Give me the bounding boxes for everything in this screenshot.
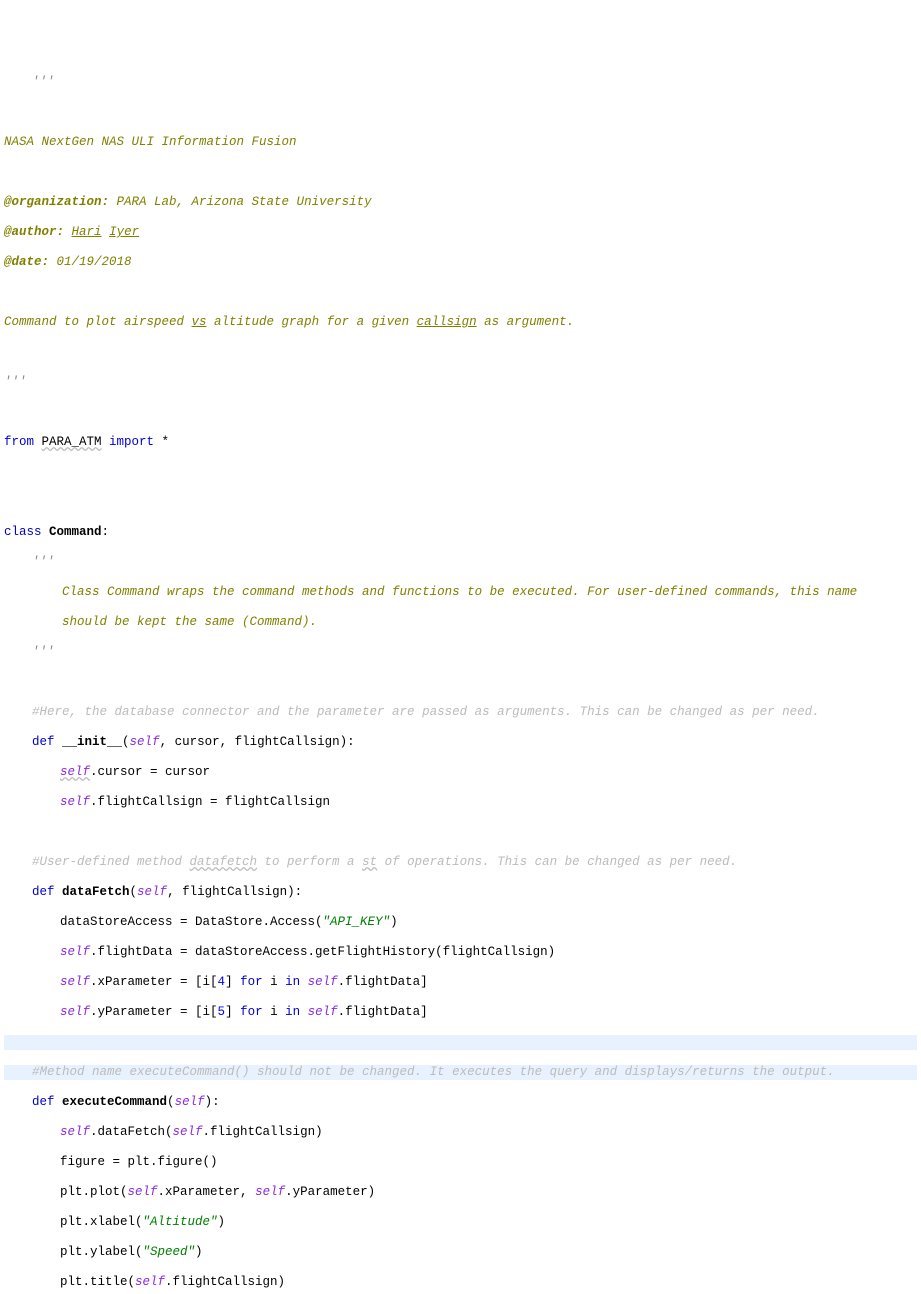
init-body-1: self.cursor = cursor	[4, 765, 917, 780]
code-editor[interactable]: ''' NASA NextGen NAS ULI Information Fus…	[0, 60, 921, 1294]
exe-l1: self.dataFetch(self.flightCallsign)	[4, 1125, 917, 1140]
fetch-comment: #User-defined method datafetch to perfor…	[4, 855, 917, 870]
date-line: @date: 01/19/2018	[4, 255, 917, 270]
import-line: from PARA_ATM import *	[4, 435, 917, 450]
fetch-l2: self.flightData = dataStoreAccess.getFli…	[4, 945, 917, 960]
init-body-2: self.flightCallsign = flightCallsign	[4, 795, 917, 810]
blank-line-highlighted	[4, 1035, 917, 1050]
blank-line	[4, 675, 917, 690]
class-doc-l1: Class Command wraps the command methods …	[4, 585, 917, 600]
docstring-close: '''	[4, 375, 917, 390]
fetch-l4: self.yParameter = [i[5] for i in self.fl…	[4, 1005, 917, 1020]
desc-line: Command to plot airspeed vs altitude gra…	[4, 315, 917, 330]
blank-line	[4, 825, 917, 840]
exe-comment: #Method name executeCommand() should not…	[4, 1065, 917, 1080]
docstring-open: '''	[4, 75, 917, 90]
exe-l4: plt.xlabel("Altitude")	[4, 1215, 917, 1230]
exe-l2: figure = plt.figure()	[4, 1155, 917, 1170]
class-line: class Command:	[4, 525, 917, 540]
blank-line	[4, 105, 917, 120]
title-line: NASA NextGen NAS ULI Information Fusion	[4, 135, 917, 150]
blank-line	[4, 345, 917, 360]
blank-line	[4, 495, 917, 510]
fetch-l3: self.xParameter = [i[4] for i in self.fl…	[4, 975, 917, 990]
class-doc-open: '''	[4, 555, 917, 570]
fetch-l1: dataStoreAccess = DataStore.Access("API_…	[4, 915, 917, 930]
exe-l3: plt.plot(self.xParameter, self.yParamete…	[4, 1185, 917, 1200]
class-doc-close: '''	[4, 645, 917, 660]
blank-line	[4, 405, 917, 420]
author-line: @author: Hari Iyer	[4, 225, 917, 240]
init-comment: #Here, the database connector and the pa…	[4, 705, 917, 720]
blank-line	[4, 165, 917, 180]
org-line: @organization: PARA Lab, Arizona State U…	[4, 195, 917, 210]
blank-line	[4, 285, 917, 300]
exe-l5: plt.ylabel("Speed")	[4, 1245, 917, 1260]
init-def: def __init__(self, cursor, flightCallsig…	[4, 735, 917, 750]
class-doc-l2: should be kept the same (Command).	[4, 615, 917, 630]
blank-line	[4, 465, 917, 480]
exe-l6: plt.title(self.flightCallsign)	[4, 1275, 917, 1290]
fetch-def: def dataFetch(self, flightCallsign):	[4, 885, 917, 900]
exe-def: def executeCommand(self):	[4, 1095, 917, 1110]
